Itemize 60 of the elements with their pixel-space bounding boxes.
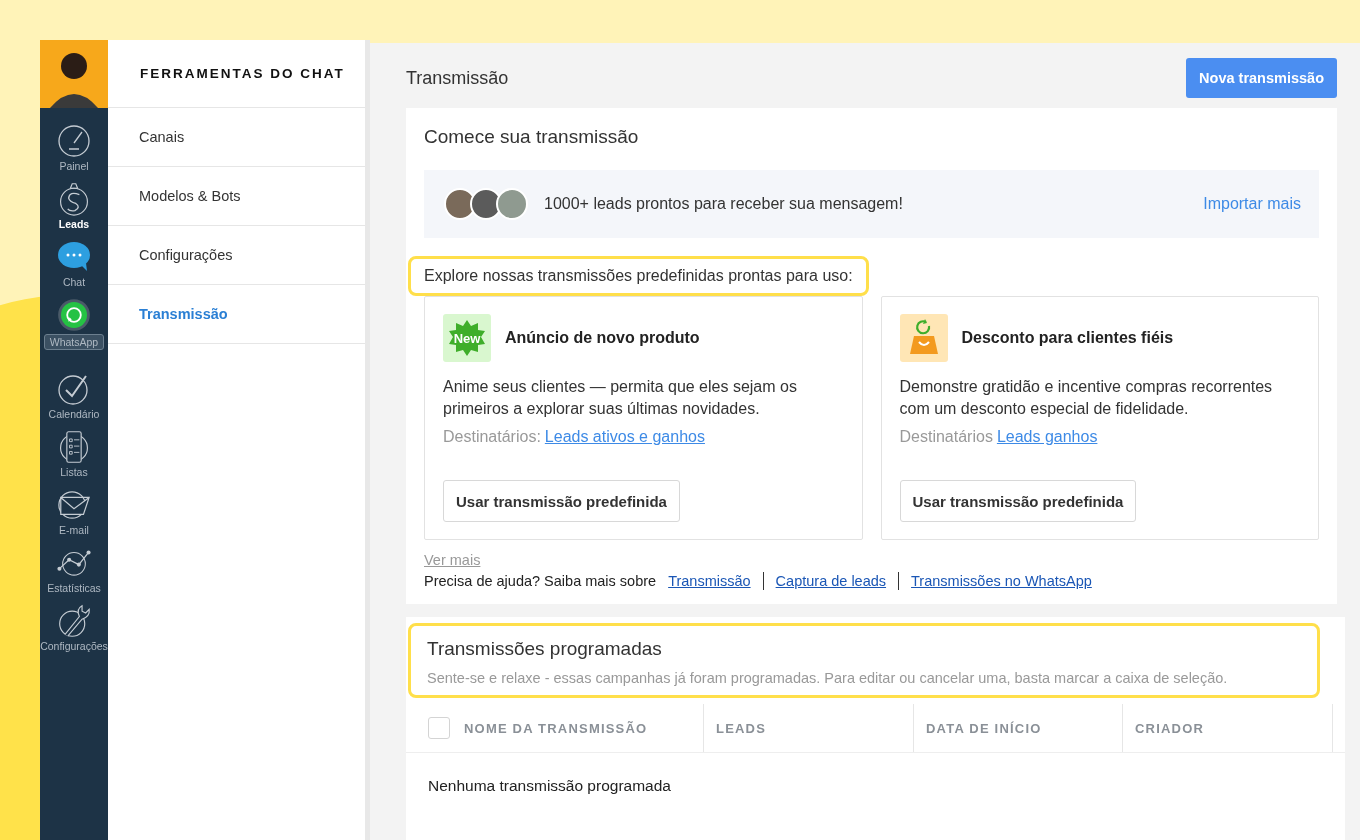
nav-item[interactable]: Configurações <box>40 604 108 652</box>
column-header: CRIADOR <box>1135 720 1205 736</box>
page-title: Transmissão <box>406 67 509 89</box>
badge-text: New <box>453 330 481 346</box>
recipients-link[interactable]: Leads ganhos <box>996 428 1098 446</box>
nav-label: Configurações <box>40 640 108 652</box>
nav-item[interactable]: Painel <box>40 124 108 172</box>
nav-label: Leads <box>58 218 90 230</box>
explore-text: Explore nossas transmissões predefinidas prontas para uso: <box>408 256 869 296</box>
wrench-icon <box>57 604 91 638</box>
template-title: Desconto para clientes fiéis <box>961 329 1174 347</box>
use-template-button[interactable]: Usar transmissão predefinida <box>899 480 1137 522</box>
help-link[interactable]: Captura de leads <box>775 573 887 589</box>
nav-label: E-mail <box>59 524 89 536</box>
leads-text: 1000+ leads prontos para receber sua mensagem! <box>544 195 904 213</box>
column-header: NOME DA TRANSMISSÃO <box>464 720 648 736</box>
nav-label: Estatísticas <box>47 582 101 594</box>
nav-label: Calendário <box>48 408 100 420</box>
nav-label: WhatsApp <box>43 334 105 350</box>
help-link[interactable]: Transmissão <box>668 573 751 589</box>
nav-item[interactable]: Chat <box>40 240 108 288</box>
nav-label: Chat <box>62 276 86 288</box>
use-template-button[interactable]: Usar transmissão predefinida <box>443 480 680 522</box>
column-header: LEADS <box>716 720 767 736</box>
money-bag-icon <box>57 182 91 216</box>
checklist-icon <box>57 430 91 464</box>
nav-item[interactable]: E-mail <box>40 488 108 536</box>
nav-label: Painel <box>59 160 89 172</box>
help-link[interactable]: Transmissões no WhatsApp <box>911 573 1092 589</box>
panel-menu-item[interactable]: Configurações <box>108 226 365 285</box>
panel-menu-item[interactable]: Transmissão <box>108 285 365 344</box>
recipients-link[interactable]: Leads ativos e ganhos <box>544 428 705 446</box>
profile-photo-placeholder[interactable] <box>40 40 108 108</box>
section-title: Transmissões programadas <box>427 638 663 660</box>
nav-label: Listas <box>60 466 88 478</box>
whatsapp-icon <box>57 298 91 332</box>
empty-message: Nenhuma transmissão programada <box>427 776 672 796</box>
nav-item[interactable]: Leads <box>40 182 108 230</box>
recipients-label: Destinatários <box>899 428 993 446</box>
section-subtitle: Sente-se e relaxe - essas campanhas já foram programadas. Para editar ou cancelar uma, basta marcar a caixa de seleção. <box>427 670 1229 686</box>
recipients-label: Destinatários: <box>443 428 541 446</box>
avatar-placeholder <box>496 188 528 220</box>
panel-menu-item[interactable]: Modelos & Bots <box>108 167 365 226</box>
checkmark-icon <box>57 372 91 406</box>
nav-item[interactable]: Estatísticas <box>40 546 108 594</box>
column-header: DATA DE INÍCIO <box>926 720 1042 736</box>
template-description: Demonstre gratidão e incentive compras recorrentes com um desconto especial de fidelidade. <box>899 377 1274 419</box>
help-text: Precisa de ajuda? Saiba mais sobre <box>424 573 657 589</box>
card-title: Comece sua transmissão <box>424 126 640 148</box>
nav-item[interactable]: Listas <box>40 430 108 478</box>
shopping-bag-icon <box>899 314 948 362</box>
nav-item[interactable]: WhatsApp <box>40 298 108 362</box>
template-description: Anime seus clientes — permita que eles sejam os primeiros a explorar suas últimas novidades. <box>443 377 798 419</box>
envelope-icon <box>57 488 91 522</box>
template-title: Anúncio de novo produto <box>505 329 700 347</box>
nav-item[interactable]: Calendário <box>40 372 108 420</box>
gauge-icon <box>57 124 91 158</box>
select-all-checkbox[interactable] <box>428 717 450 739</box>
panel-title: FERRAMENTAS DO CHAT <box>108 40 365 108</box>
panel-menu-item[interactable]: Canais <box>108 108 365 167</box>
